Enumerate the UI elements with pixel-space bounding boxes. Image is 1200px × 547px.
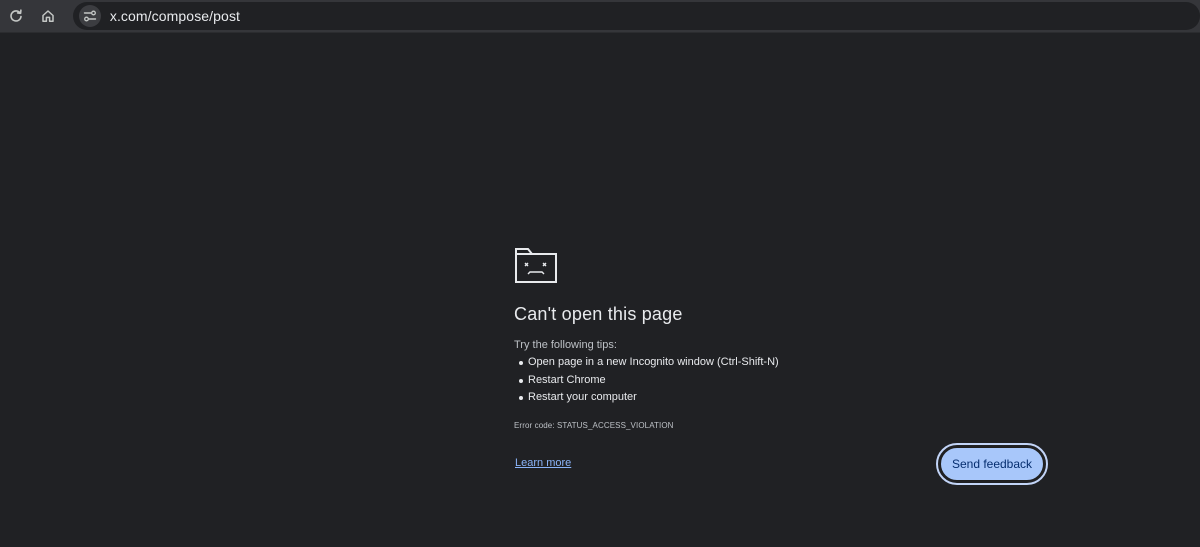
reload-icon [10,9,22,22]
address-bar[interactable]: x.com/compose/post [72,2,1200,30]
error-content: Can't open this page Try the following t… [514,245,1054,430]
tips-heading: Try the following tips: [514,339,617,351]
tip-item: Restart Chrome [514,372,1054,390]
home-icon [42,10,54,22]
send-feedback-label: Send feedback [940,447,1044,481]
send-feedback-button[interactable]: Send feedback [936,443,1048,485]
tips-list: Open page in a new Incognito window (Ctr… [514,354,1054,407]
learn-more-link[interactable]: Learn more [515,457,571,469]
url-text[interactable]: x.com/compose/post [110,8,240,24]
home-button[interactable] [33,1,63,31]
page-title: Can't open this page [514,304,683,324]
browser-toolbar: x.com/compose/post [0,0,1200,33]
tip-item: Restart your computer [514,389,1054,407]
error-code: Error code: STATUS_ACCESS_VIOLATION [514,420,674,430]
tip-item: Open page in a new Incognito window (Ctr… [514,354,1054,372]
site-info-icon [83,10,97,22]
site-info-button[interactable] [78,5,101,27]
sad-tab-icon [515,248,557,283]
reload-button[interactable] [1,1,31,31]
